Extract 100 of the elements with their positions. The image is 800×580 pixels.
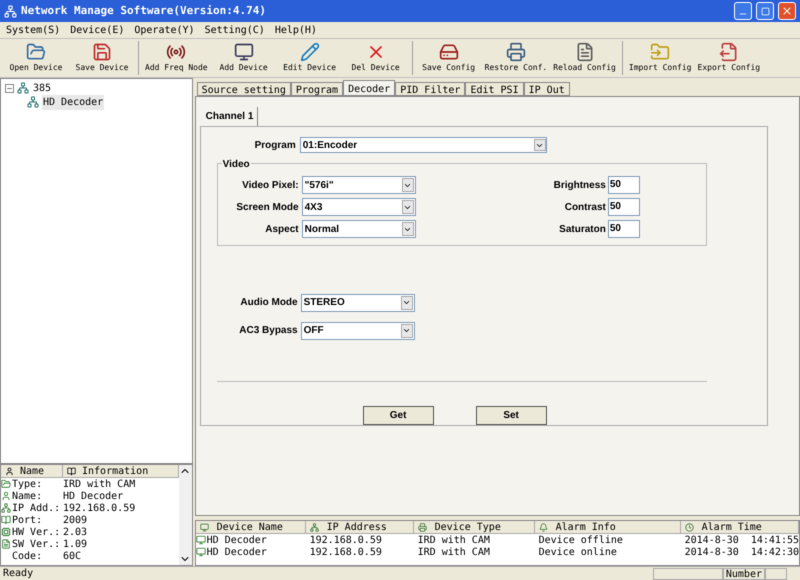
menu-item[interactable]: Device(E) (70, 22, 124, 38)
header-icon (200, 522, 209, 532)
header-icon (418, 522, 427, 532)
info-icon (1, 527, 11, 537)
close-button[interactable] (778, 2, 796, 20)
column-header[interactable]: Device Type (414, 521, 535, 534)
tab[interactable]: Decoder (343, 80, 396, 96)
toolbar-button[interactable]: Add Freq Node (143, 42, 210, 74)
tool-icon (506, 42, 526, 62)
dropdown[interactable]: 4X3 (302, 198, 416, 216)
toolbar-button[interactable]: Save Config (416, 42, 481, 74)
person-icon (5, 466, 14, 476)
field-label: Program (254, 138, 296, 152)
device-icon (27, 96, 39, 108)
table-cell-text: HD Decoder (206, 534, 267, 547)
info-icon (1, 539, 11, 549)
dropdown[interactable]: Normal (302, 220, 416, 238)
minimize-button[interactable] (734, 2, 752, 20)
info-label: SW Ver.: (12, 538, 60, 551)
info-label: Port: (12, 514, 42, 528)
table-cell-text: 192.168.0.59 (310, 534, 382, 548)
tab[interactable]: Source setting (196, 82, 291, 96)
info-value: 2.03 (63, 526, 88, 540)
input-field[interactable]: 50 (608, 176, 640, 194)
tool-icon (650, 42, 670, 62)
column-header[interactable]: Name (1, 465, 63, 478)
field-label: Screen Mode (236, 200, 299, 214)
toolbar-button[interactable]: Del Device (344, 42, 408, 74)
action-button[interactable]: Set (476, 406, 547, 425)
field-label: Audio Mode (240, 296, 298, 310)
toolbar-button[interactable]: Export Config (696, 42, 762, 74)
device-icon (196, 535, 206, 545)
maximize-icon (760, 6, 770, 16)
toolbar-button[interactable]: Open Device (4, 42, 68, 74)
info-icon (1, 479, 11, 489)
info-value: 2009 (63, 514, 88, 528)
tool-icon (438, 42, 459, 62)
tab[interactable]: Edit PSI (465, 82, 524, 96)
tree-item[interactable]: 385 (32, 80, 52, 96)
dropdown[interactable]: 01:Encoder (300, 137, 547, 153)
column-header[interactable]: IP Address (306, 521, 414, 534)
table-cell-text: Device offline (538, 534, 623, 547)
app-icon (4, 4, 17, 18)
tool-icon (574, 42, 595, 62)
status-text: Number (722, 568, 765, 580)
tree-item[interactable]: HD Decoder (42, 94, 104, 110)
scrollbar[interactable] (178, 465, 192, 565)
dropdown[interactable]: "576i" (302, 176, 416, 194)
field-label: AC3 Bypass (239, 324, 298, 338)
table-cell-text: 192.168.0.59 (310, 546, 382, 560)
tool-icon (92, 42, 112, 62)
toolbar-button[interactable]: Edit Device (278, 42, 342, 74)
info-value: 60C (63, 550, 82, 564)
header-icon (310, 522, 319, 532)
header-icon (684, 522, 694, 532)
info-icon (1, 491, 11, 501)
table-cell-text: Device online (538, 546, 617, 560)
window-title: Network Manage Software(Version:4.74) (21, 2, 268, 19)
table-cell-text: 2014-8-30 14:41:55 (684, 534, 799, 548)
status-text: Ready (3, 567, 34, 580)
dropdown[interactable]: STEREO (300, 294, 415, 312)
menu-item[interactable]: Help(H) (274, 22, 317, 38)
info-icon (1, 503, 11, 513)
toolbar-button[interactable]: Restore Conf. (482, 42, 550, 74)
tab[interactable]: PID Filter (395, 82, 466, 96)
column-header[interactable]: Alarm Time (680, 521, 799, 534)
expand-toggle[interactable] (5, 84, 14, 92)
column-header[interactable]: Alarm Info (534, 521, 681, 534)
table-cell-text: 2014-8-30 14:42:30 (684, 546, 799, 560)
menu-item[interactable]: System(S) (6, 22, 60, 38)
tool-icon (718, 42, 739, 62)
input-field[interactable]: 50 (608, 220, 640, 238)
toolbar-button[interactable]: Add Device (212, 42, 276, 74)
table-cell-text: IRD with CAM (418, 546, 490, 560)
menu-item[interactable]: Setting(C) (204, 22, 265, 38)
table-cell-text: IRD with CAM (418, 534, 490, 547)
tool-icon (234, 42, 254, 62)
toolbar-button[interactable]: Reload Config (551, 42, 618, 74)
field-label: Video Pixel: (242, 178, 299, 192)
tab[interactable]: Program (290, 82, 344, 96)
dropdown[interactable]: OFF (300, 322, 415, 340)
action-button[interactable]: Get (362, 406, 434, 425)
menu-item[interactable]: Operate(Y) (134, 22, 195, 38)
info-label: Name: (12, 490, 42, 503)
header-icon (538, 522, 548, 532)
info-label: Code: (12, 550, 42, 564)
column-header[interactable]: Device Name (196, 521, 306, 534)
book-icon (67, 466, 76, 476)
toolbar-button[interactable]: Save Device (70, 42, 134, 74)
input-field[interactable]: 50 (608, 198, 640, 216)
table-cell-text: HD Decoder (206, 546, 267, 560)
device-icon (17, 82, 29, 94)
column-header[interactable]: Information (63, 465, 179, 478)
info-label: IP Add.: (12, 502, 60, 516)
maximize-button[interactable] (756, 2, 774, 20)
info-value: IRD with CAM (63, 478, 136, 491)
tab[interactable]: IP Out (524, 82, 570, 96)
info-label: Type: (12, 478, 42, 492)
toolbar-button[interactable]: Import Config (626, 42, 694, 74)
tool-icon (26, 42, 46, 62)
